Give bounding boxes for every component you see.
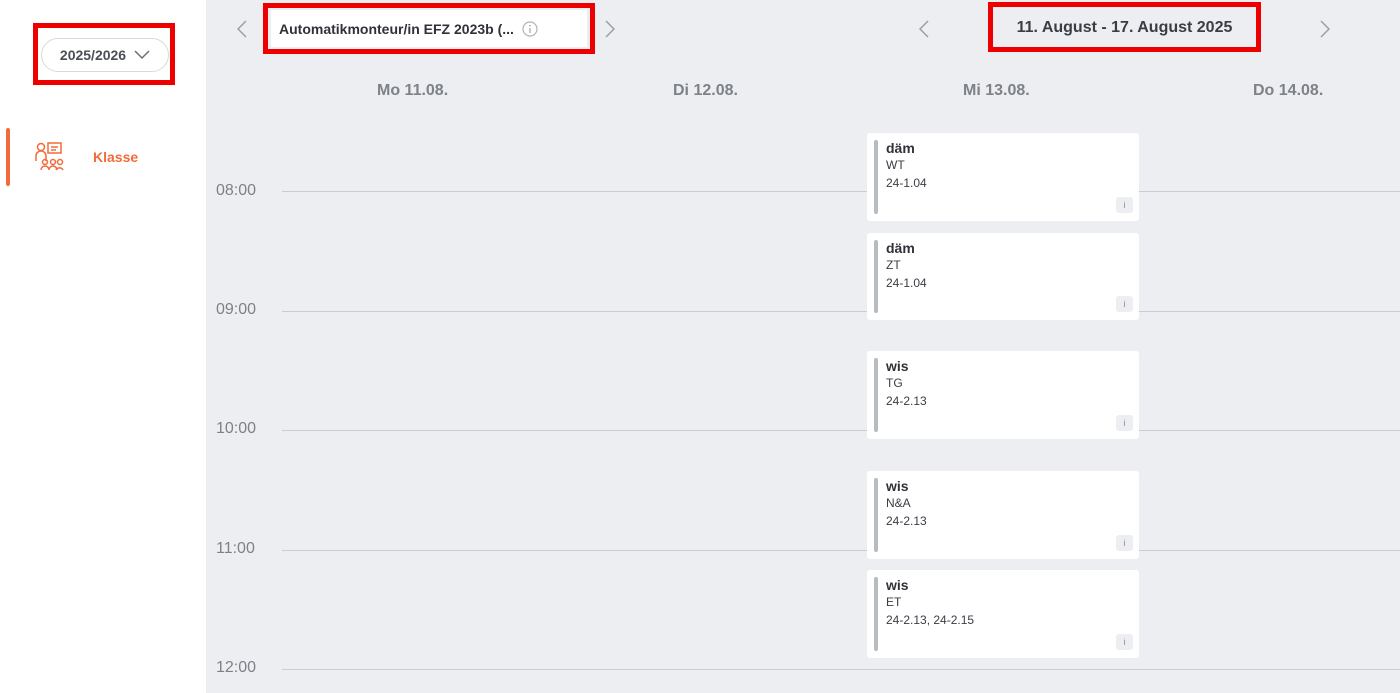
lesson-subject: ZT [886,258,901,272]
lesson-teacher: däm [886,140,915,156]
lesson-color-bar [874,358,878,432]
day-header-mo: Mo 11.08. [377,82,449,99]
lesson-color-bar [874,577,878,651]
hour-line [282,191,1400,192]
class-name: Automatikmonteur/in EFZ 2023b (... [279,20,514,37]
lesson-info-button[interactable]: i [1116,296,1133,312]
time-label: 10:00 [216,420,257,437]
sidebar-item-label: Klasse [93,149,139,165]
sidebar: 2025/2026 Klasse [0,0,206,693]
lesson-teacher: däm [886,240,915,256]
lesson-color-bar [874,140,878,214]
hour-line [282,550,1400,551]
lesson-info-button[interactable]: i [1116,197,1133,213]
lesson-card[interactable]: däm WT 24-1.04 i [867,133,1139,221]
lesson-room: 24-2.13 [886,514,927,528]
lesson-subject: ET [886,595,902,609]
lesson-card[interactable]: däm ZT 24-1.04 i [867,233,1139,320]
time-label: 09:00 [216,301,257,318]
class-selector[interactable]: Automatikmonteur/in EFZ 2023b (... [271,10,587,47]
prev-class-arrow[interactable] [230,14,254,44]
lesson-color-bar [874,240,878,313]
lesson-teacher: wis [886,358,909,374]
lesson-room: 24-2.13, 24-2.15 [886,613,975,627]
lesson-info-button[interactable]: i [1116,535,1133,551]
lesson-subject: WT [886,158,905,172]
class-icon [35,142,64,171]
sidebar-item-klasse[interactable]: Klasse [0,128,206,186]
school-year-value: 2025/2026 [59,47,127,63]
chevron-left-icon [919,20,929,38]
school-year-select[interactable]: 2025/2026 [41,38,169,72]
time-label: 12:00 [216,659,257,676]
lesson-card[interactable]: wis N&A 24-2.13 i [867,471,1139,559]
lesson-info-button[interactable]: i [1116,634,1133,650]
chevron-right-icon [1320,20,1330,38]
lesson-subject: TG [886,376,903,390]
lesson-teacher: wis [886,478,909,494]
lesson-subject: N&A [886,496,911,510]
active-indicator [6,128,10,186]
next-week-arrow[interactable] [1313,14,1337,44]
lesson-teacher: wis [886,577,909,593]
hour-line [282,669,1400,670]
lesson-card[interactable]: wis TG 24-2.13 i [867,351,1139,439]
day-header-di: Di 12.08. [673,82,738,99]
time-label: 11:00 [216,540,255,557]
lesson-info-button[interactable]: i [1116,415,1133,431]
lesson-color-bar [874,478,878,552]
hour-line [282,430,1400,431]
day-header-do: Do 14.08. [1253,82,1324,99]
lesson-card[interactable]: wis ET 24-2.13, 24-2.15 i [867,570,1139,658]
next-class-arrow[interactable] [598,14,622,44]
lesson-room: 24-2.13 [886,394,927,408]
hour-line [282,311,1400,312]
lesson-room: 24-1.04 [886,176,927,190]
day-header-mi: Mi 13.08. [963,82,1030,99]
week-range[interactable]: 11. August - 17. August 2025 [996,9,1253,46]
lesson-room: 24-1.04 [886,276,927,290]
chevron-down-icon [134,50,150,60]
calendar-view: Automatikmonteur/in EFZ 2023b (... 11. A… [206,0,1400,693]
chevron-right-icon [605,20,615,38]
prev-week-arrow[interactable] [912,14,936,44]
time-label: 08:00 [216,182,257,199]
chevron-left-icon [237,20,247,38]
info-circle-icon[interactable] [522,20,538,37]
